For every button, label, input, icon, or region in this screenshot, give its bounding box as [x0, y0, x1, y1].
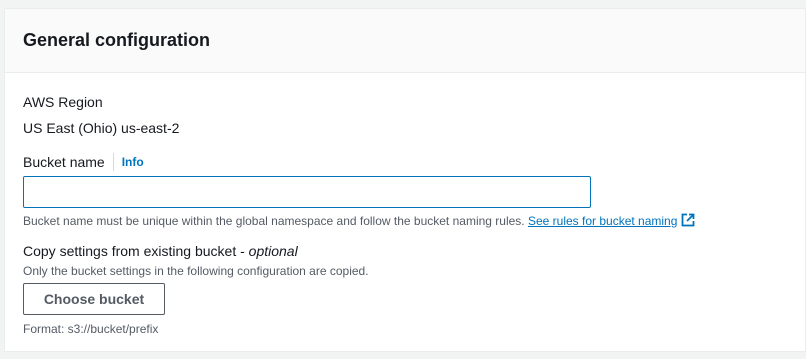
region-label: AWS Region: [23, 94, 103, 110]
bucket-naming-rules-link[interactable]: See rules for bucket naming: [528, 214, 677, 228]
general-configuration-panel: General configuration AWS Region US East…: [4, 8, 806, 352]
label-divider: [112, 153, 114, 171]
copy-settings-label-text: Copy settings from existing bucket -: [23, 243, 249, 259]
copy-settings-label: Copy settings from existing bucket - opt…: [23, 242, 298, 260]
format-hint: Format: s3://bucket/prefix: [23, 322, 159, 336]
bucket-name-hint: Bucket name must be unique within the gl…: [23, 213, 695, 231]
bucket-name-input[interactable]: [23, 176, 591, 208]
panel-header: General configuration: [5, 9, 805, 73]
panel-title: General configuration: [23, 30, 211, 50]
bucket-name-label-row: Bucket name Info: [23, 152, 144, 172]
external-link-icon[interactable]: [681, 213, 695, 231]
region-value: US East (Ohio) us-east-2: [23, 120, 180, 136]
bucket-naming-rules-link-label: See rules for bucket naming: [527, 214, 678, 228]
bucket-name-label: Bucket name: [23, 154, 105, 170]
info-link[interactable]: Info: [122, 153, 144, 171]
optional-tag: optional: [248, 243, 298, 259]
bucket-name-hint-text: Bucket name must be unique within the gl…: [23, 214, 525, 228]
choose-bucket-button[interactable]: Choose bucket: [23, 283, 165, 315]
copy-settings-description: Only the bucket settings in the followin…: [23, 264, 369, 278]
